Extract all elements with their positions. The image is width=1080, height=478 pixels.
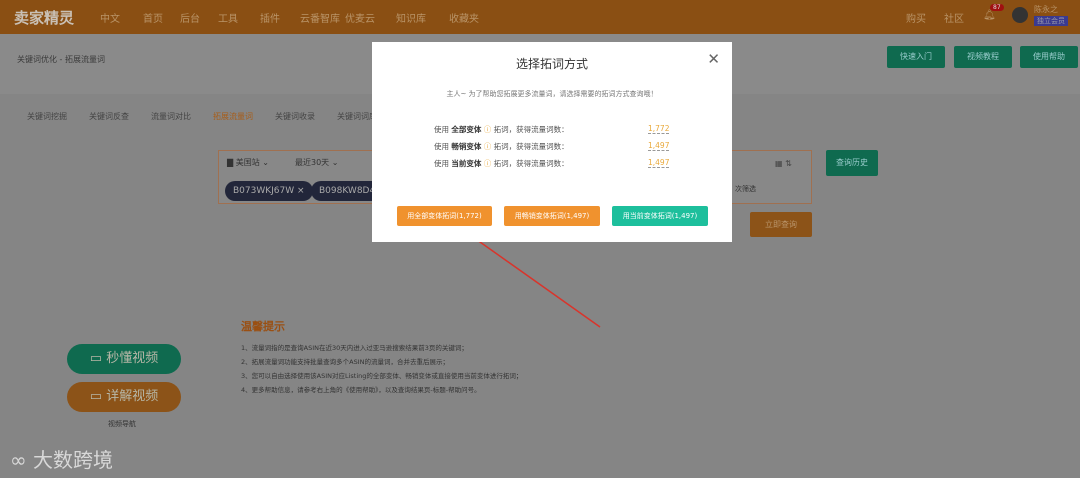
- tips-title: 温馨提示: [241, 320, 285, 333]
- video-nav-label[interactable]: 视频导航: [108, 419, 136, 429]
- tab-keyword-library[interactable]: 关键词词库: [337, 112, 377, 121]
- tab-traffic-compare[interactable]: 流量词对比: [151, 112, 191, 121]
- expand-all-variants-button[interactable]: 用全部变体拓词(1,772): [397, 206, 492, 226]
- detail-video-label: 详解视频: [106, 389, 159, 404]
- row-variant: 畅销变体: [451, 142, 482, 151]
- grid-icon[interactable]: ▦ ⇅: [775, 159, 792, 168]
- tab-keyword-index[interactable]: 关键词收录: [275, 112, 315, 121]
- nav-community[interactable]: 社区: [944, 10, 964, 25]
- expand-bestseller-variants-button[interactable]: 用畅销变体拓词(1,497): [504, 206, 600, 226]
- site-label: 美国站: [235, 158, 260, 167]
- nav-backend[interactable]: 后台: [180, 10, 200, 25]
- help-icon[interactable]: ⓘ: [484, 125, 492, 134]
- help-button[interactable]: 使用帮助: [1020, 46, 1078, 68]
- video-icon: ▭: [89, 351, 103, 366]
- dialog-title: 选择拓词方式: [515, 57, 588, 71]
- filter-label[interactable]: 次筛选: [735, 184, 756, 194]
- help-icon[interactable]: ⓘ: [484, 142, 492, 151]
- nav-favorites[interactable]: 收藏夹: [449, 10, 479, 25]
- query-history-button[interactable]: 查询历史: [826, 150, 878, 176]
- row-prefix: 使用: [434, 159, 449, 168]
- row-prefix: 使用: [434, 142, 449, 151]
- logo[interactable]: 卖家精灵: [14, 7, 74, 28]
- period-label: 最近30天: [295, 158, 330, 167]
- video-icon: ▭: [89, 389, 103, 404]
- lang-switch[interactable]: 中文: [100, 10, 120, 25]
- site-select[interactable]: ▇ 美国站 ⌄: [227, 157, 269, 168]
- quick-video-label: 秒懂视频: [106, 351, 159, 366]
- row-suffix: 拓词，获得流量词数：: [493, 142, 569, 151]
- query-now-button[interactable]: 立即查询: [750, 212, 812, 237]
- count-current[interactable]: 1,497: [648, 158, 670, 168]
- nav-buy[interactable]: 购买: [906, 10, 926, 25]
- tab-keyword-reverse[interactable]: 关键词反查: [89, 112, 129, 121]
- username[interactable]: 陈永之: [1034, 4, 1058, 15]
- row-suffix: 拓词，获得流量词数：: [493, 159, 569, 168]
- row-prefix: 使用: [434, 125, 449, 134]
- row-suffix: 拓词，获得流量词数：: [493, 125, 569, 134]
- tab-bar: 关键词挖掘 关键词反查 流量词对比 拓展流量词 关键词收录 关键词词库: [27, 104, 399, 123]
- row-variant: 全部变体: [451, 125, 482, 134]
- nav-home[interactable]: 首页: [143, 10, 163, 25]
- tip-item: 3、您可以自由选择使用该ASIN对应Listing的全部变体、畅销变体或直接使用…: [241, 372, 523, 380]
- option-row-bestseller: 使用 畅销变体 ⓘ 拓词，获得流量词数：: [434, 141, 674, 152]
- row-variant: 当前变体: [451, 159, 482, 168]
- count-bestseller[interactable]: 1,497: [648, 141, 670, 151]
- member-badge: 独立会员: [1034, 16, 1068, 26]
- quick-video-button[interactable]: ▭ 秒懂视频: [67, 344, 181, 374]
- count-all[interactable]: 1,772: [648, 124, 670, 134]
- asin-chip[interactable]: B073WKJ67W ×: [225, 181, 313, 201]
- period-select[interactable]: 最近30天 ⌄: [295, 157, 338, 168]
- breadcrumb: 关键词优化 - 拓展流量词: [17, 55, 105, 64]
- quick-start-button[interactable]: 快速入门: [887, 46, 945, 68]
- tab-keyword-mining[interactable]: 关键词挖掘: [27, 112, 67, 121]
- tip-item: 2、拓展流量词功能支持批量查询多个ASIN的流量词，合并去重后展示；: [241, 358, 449, 366]
- remove-icon[interactable]: ×: [297, 186, 305, 196]
- nav-plugins[interactable]: 插件: [260, 10, 280, 25]
- nav-knowledge[interactable]: 知识库: [396, 10, 426, 25]
- tab-expand-traffic[interactable]: 拓展流量词: [213, 112, 253, 121]
- top-nav-bar: 卖家精灵 中文 首页 后台 工具 插件 云番智库 优麦云 知识库 收藏夹 购买 …: [0, 0, 1080, 34]
- nav-tools[interactable]: 工具: [218, 10, 238, 25]
- expand-current-variant-button[interactable]: 用当前变体拓词(1,497): [612, 206, 708, 226]
- video-tutorial-button[interactable]: 视频教程: [954, 46, 1012, 68]
- tip-item: 4、更多帮助信息，请参考右上角的《使用帮助》，以及查询结果页-标题-帮助问号。: [241, 386, 481, 394]
- nav-youmaiyun[interactable]: 优麦云: [345, 10, 375, 25]
- detail-video-button[interactable]: ▭ 详解视频: [67, 382, 181, 412]
- close-icon[interactable]: ✕: [707, 50, 720, 68]
- avatar[interactable]: [1012, 7, 1028, 23]
- notification-count: 87: [990, 4, 1004, 11]
- watermark-text: 大数跨境: [33, 448, 114, 472]
- watermark: ∞ 大数跨境: [10, 448, 114, 472]
- asin-chip-label: B073WKJ67W: [233, 186, 295, 196]
- choose-expand-method-dialog: 选择拓词方式 ✕ 主人~ 为了帮助您拓展更多流量词，请选择需要的拓词方式查询哦！…: [372, 42, 732, 242]
- option-row-all: 使用 全部变体 ⓘ 拓词，获得流量词数：: [434, 124, 674, 135]
- dialog-intro: 主人~ 为了帮助您拓展更多流量词，请选择需要的拓词方式查询哦！: [446, 90, 658, 98]
- help-icon[interactable]: ⓘ: [484, 159, 492, 168]
- option-row-current: 使用 当前变体 ⓘ 拓词，获得流量词数：: [434, 158, 674, 169]
- nav-think-tank[interactable]: 云番智库: [300, 10, 340, 25]
- bell-icon[interactable]: 🔔︎: [983, 10, 996, 21]
- tip-item: 1、流量词指的是查询ASIN在近30天内进入过亚马逊搜索结果前3页的关键词；: [241, 344, 468, 352]
